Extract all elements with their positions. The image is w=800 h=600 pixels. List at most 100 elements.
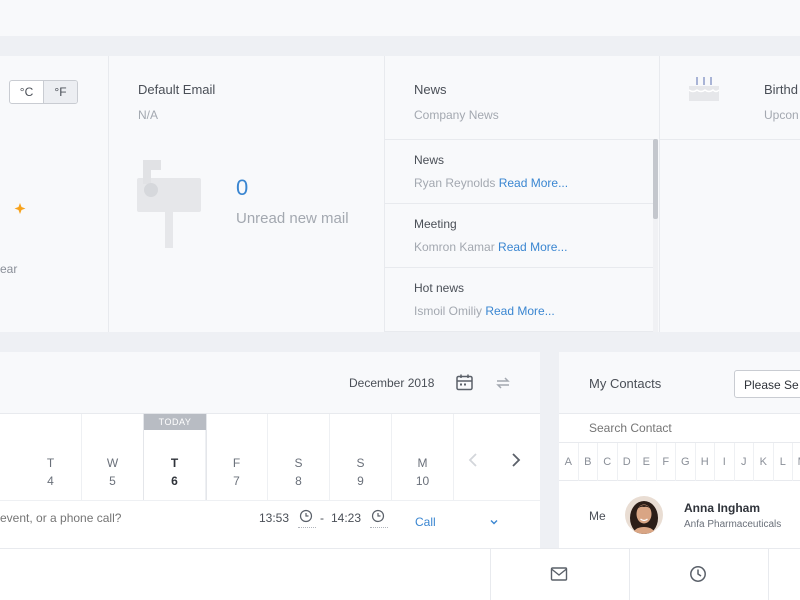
time-separator: - [320,511,324,525]
day-number: 5 [109,474,116,488]
event-input[interactable] [0,511,240,525]
read-more-link[interactable]: Read More... [499,176,568,190]
alphabet-letter[interactable]: K [754,443,774,481]
alphabet-letter[interactable]: E [637,443,657,481]
event-type-value: Call [415,515,436,529]
day-letter: S [294,456,303,470]
calendar-month-label: December 2018 [349,376,435,390]
alphabet-letter[interactable]: C [598,443,618,481]
unread-mail-label: Unread new mail [236,210,349,227]
alphabet-letter[interactable]: B [579,443,598,481]
contacts-header: My Contacts Please Se [559,352,800,414]
news-item-author: Komron Kamar [414,240,495,254]
birthday-widget-subtitle: Upcon [764,108,799,122]
news-scrollbar-thumb[interactable] [653,139,658,219]
event-end-time[interactable]: 14:23 [331,511,361,525]
calendar-header: December 2018 [0,352,540,414]
sync-icon[interactable] [494,374,512,392]
chevron-down-icon [490,520,498,525]
alphabet-letter[interactable]: G [676,443,696,481]
day-number: 9 [357,474,364,488]
news-item-category: Meeting [414,217,457,231]
day-number: 7 [233,474,240,488]
event-start-time[interactable]: 13:53 [259,511,289,525]
calendar-week-strip: T 4 W 5 T 6 F 7 S 8 S 9 M 10 [0,414,540,500]
today-badge: TODAY [144,414,206,430]
alphabet-letter[interactable]: I [715,443,735,481]
email-address: N/A [138,108,159,122]
divider [108,56,109,332]
avatar[interactable] [625,496,663,534]
clock-icon[interactable] [299,509,313,523]
news-list: News Ryan Reynolds Read More... Meeting … [384,139,654,332]
read-more-link[interactable]: Read More... [498,240,567,254]
moon-icon [14,203,26,214]
day-number: 4 [47,474,54,488]
calendar-day[interactable]: W 5 [82,414,144,500]
day-number: 10 [415,474,430,488]
weather-condition: ear [0,262,18,276]
chevron-left-icon[interactable] [466,452,480,468]
calendar-widget: December 2018 T 4 W 5 T 6 F 7 S 8 S 9 M … [0,352,540,548]
alphabet-letter[interactable]: D [618,443,637,481]
temperature-unit-toggle: °C °F [9,80,78,104]
me-label: Me [589,509,606,523]
event-type-select[interactable]: Call [415,515,500,533]
fahrenheit-button[interactable]: °F [43,81,77,103]
news-item: Meeting Komron Kamar Read More... [384,204,654,268]
mail-icon[interactable] [550,566,568,582]
contact-company: Anfa Pharmaceuticals [684,519,782,530]
calendar-day[interactable]: F 7 [206,414,268,500]
alphabet-letter[interactable]: J [735,443,754,481]
top-bar [0,0,800,36]
divider [768,549,769,600]
day-letter: T [170,456,179,470]
email-widget-title: Default Email [138,82,216,97]
clock-icon[interactable] [689,565,707,583]
divider [490,549,491,600]
day-number: 6 [171,474,178,488]
news-item-category: News [414,153,445,167]
divider [629,549,630,600]
news-item: News Ryan Reynolds Read More... [384,140,654,204]
contacts-filter-select[interactable]: Please Se [734,370,800,398]
alphabet-letter[interactable]: H [696,443,715,481]
search-contact-input[interactable] [589,421,789,435]
divider [659,139,800,140]
alphabet-letter[interactable]: L [774,443,793,481]
alphabet-letter[interactable]: F [657,443,676,481]
celsius-button[interactable]: °C [10,81,43,103]
mailbox-icon [137,160,201,248]
divider [659,56,660,332]
clock-icon[interactable] [371,509,385,523]
calendar-icon[interactable] [455,373,474,392]
alphabet-letter[interactable]: A [559,443,579,481]
divider [370,527,388,528]
calendar-day[interactable]: S 8 [268,414,330,500]
day-letter: M [417,456,428,470]
alphabet-filter: A B C D E F G H I J K L M [559,443,800,481]
new-event-row: 13:53 - 14:23 Call [0,500,540,548]
contacts-title: My Contacts [589,376,662,391]
contact-name[interactable]: Anna Ingham [684,501,760,515]
day-letter: S [356,456,365,470]
news-item-author: Ryan Reynolds [414,176,496,190]
day-letter: F [232,456,241,470]
birthday-widget-title: Birthd [764,82,798,97]
news-widget-title: News [414,82,447,97]
calendar-day[interactable]: M 10 [392,414,454,500]
news-item-category: Hot news [414,281,465,295]
calendar-day[interactable]: T 4 [20,414,82,500]
contacts-widget: My Contacts Please Se A B C D E F G H I … [559,352,800,548]
read-more-link[interactable]: Read More... [485,304,554,318]
news-category-filter[interactable]: Company News [414,108,499,122]
news-item: Hot news Ismoil Omiliy Read More... [384,268,654,332]
alphabet-letter[interactable]: M [793,443,800,481]
news-item-author: Ismoil Omiliy [414,304,482,318]
day-number: 8 [295,474,302,488]
unread-mail-count: 0 [236,175,249,200]
birthday-cake-icon [688,77,720,101]
day-letter: W [106,456,119,470]
calendar-day[interactable]: S 9 [330,414,392,500]
chevron-right-icon[interactable] [509,452,523,468]
